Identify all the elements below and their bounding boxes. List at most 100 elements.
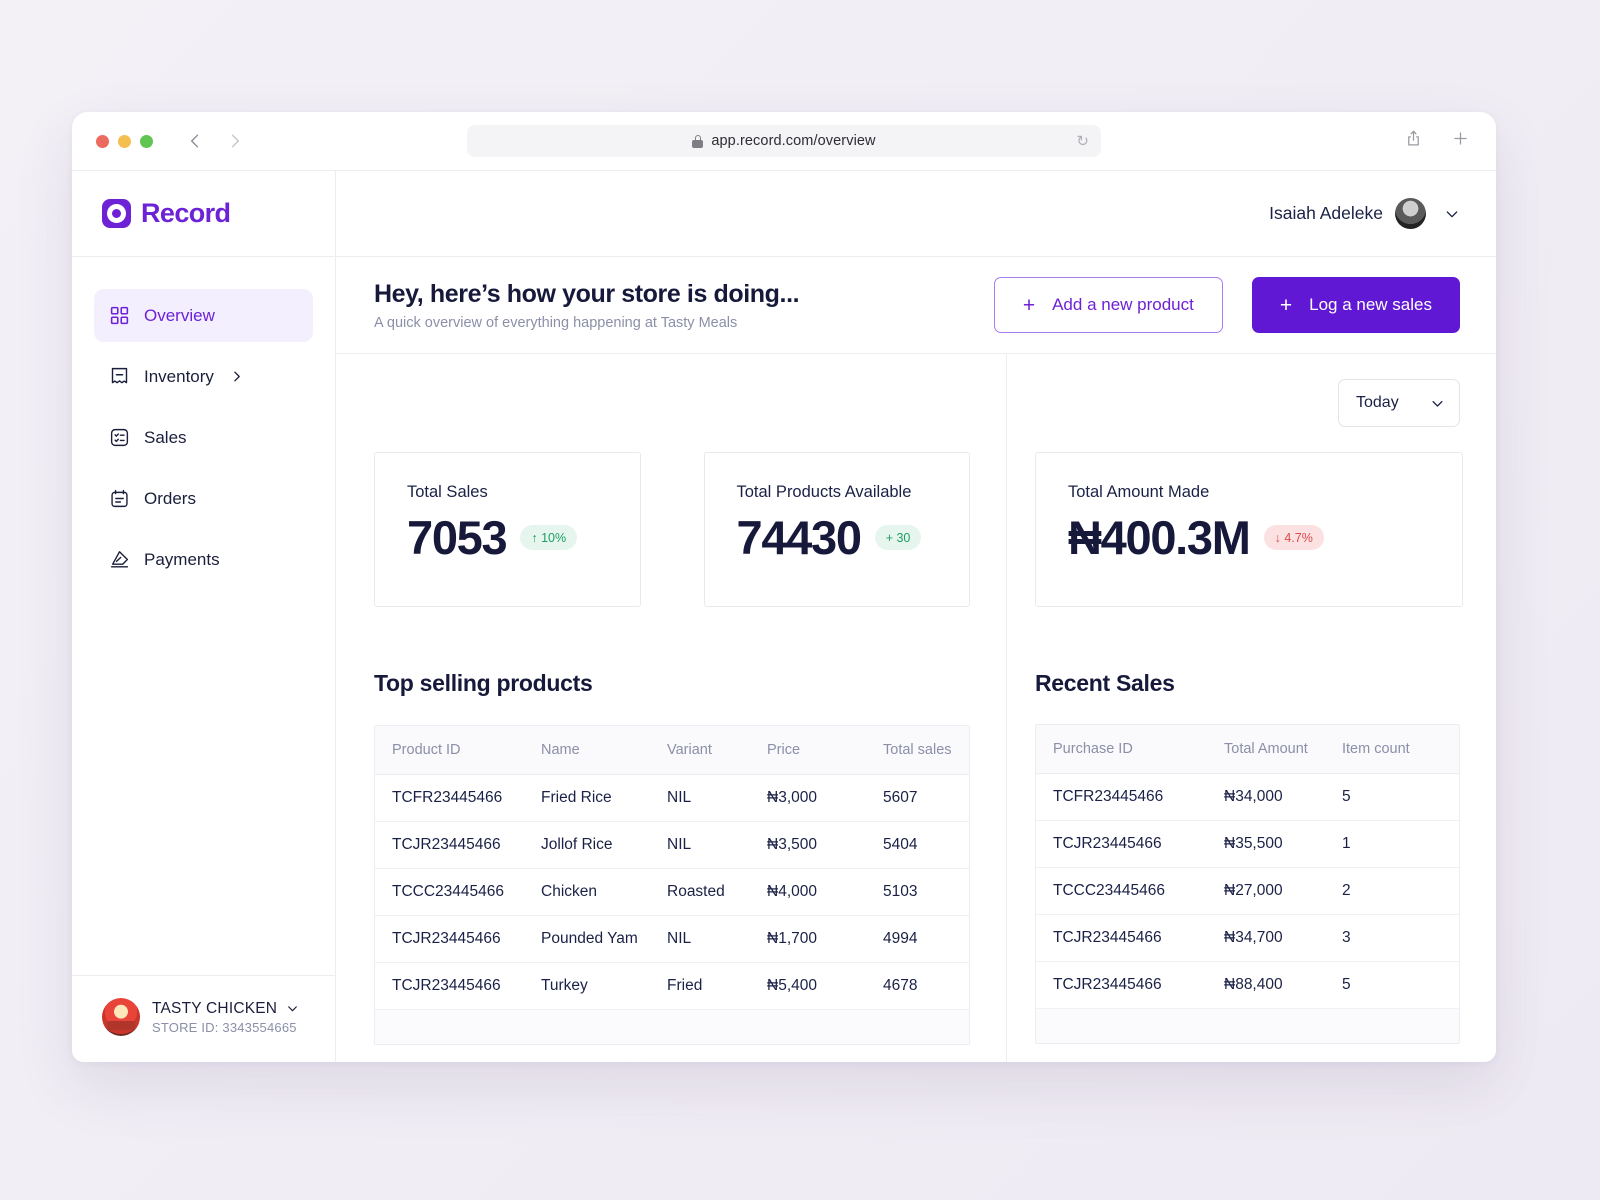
cell-name: Chicken <box>541 868 667 916</box>
cell-purchase-id: TCJR23445466 <box>1036 961 1224 1009</box>
grid-icon <box>108 305 130 327</box>
table-footer-cell <box>375 1009 969 1044</box>
store-switcher[interactable]: TASTY CHICKEN STORE ID: 3343554665 <box>72 975 335 1062</box>
filter-row: Today <box>1035 354 1460 452</box>
sidebar-item-label: Payments <box>144 549 220 569</box>
browser-chrome-bar: app.record.com/overview ↻ <box>72 112 1496 170</box>
plus-icon: + <box>1279 293 1293 317</box>
table-header-row: Purchase ID Total Amount Item count <box>1036 725 1459 774</box>
add-new-product-button[interactable]: + Add a new product <box>993 277 1223 333</box>
cell-product-id: TCJR23445466 <box>375 915 541 963</box>
sidebar-item-orders[interactable]: Orders <box>94 472 313 525</box>
sidebar-item-label: Overview <box>144 305 215 325</box>
reload-icon[interactable]: ↻ <box>1076 134 1089 149</box>
table-row[interactable]: TCCC23445466 ₦27,000 2 <box>1036 867 1459 915</box>
cell-variant: NIL <box>667 915 767 963</box>
url-text: app.record.com/overview <box>711 133 876 149</box>
avatar[interactable] <box>1395 198 1426 229</box>
column-header: Total sales <box>883 726 969 775</box>
recent-sales-title: Recent Sales <box>1035 670 1175 696</box>
cell-total-sales: 4994 <box>883 915 969 963</box>
sidebar-item-label: Sales <box>144 427 187 447</box>
user-name: Isaiah Adeleke <box>1269 203 1383 223</box>
brand-logo[interactable]: Record <box>72 171 335 257</box>
stat-value: 7053 <box>407 511 508 564</box>
column-header: Variant <box>667 726 767 775</box>
sidebar-item-payments[interactable]: Payments <box>94 533 313 586</box>
cell-item-count: 2 <box>1342 867 1459 915</box>
top-bar: Isaiah Adeleke <box>336 171 1496 257</box>
cell-product-id: TCFR23445466 <box>375 774 541 822</box>
sidebar-nav: Overview Inventory Sales Orders Payments <box>72 257 335 586</box>
column-header: Total Amount <box>1224 725 1342 774</box>
page-header: Hey, here’s how your store is doing... A… <box>336 257 1496 354</box>
sidebar-item-sales[interactable]: Sales <box>94 411 313 464</box>
table-footer-row <box>375 1009 969 1044</box>
cell-total-amount: ₦34,000 <box>1224 773 1342 821</box>
column-header: Price <box>767 726 883 775</box>
cell-variant: NIL <box>667 821 767 869</box>
cell-price: ₦3,500 <box>767 821 883 869</box>
table-row[interactable]: TCFR23445466 ₦34,000 5 <box>1036 773 1459 821</box>
dashboard-body: Total Sales 7053 ↑ 10% Total Products Av… <box>336 354 1496 1062</box>
stat-label: Total Products Available <box>736 483 912 501</box>
cell-variant: Roasted <box>667 868 767 916</box>
table-row[interactable]: TCCC23445466 Chicken Roasted ₦4,000 5103 <box>375 868 969 916</box>
cell-purchase-id: TCCC23445466 <box>1036 867 1224 915</box>
page-title: Hey, here’s how your store is doing... <box>374 279 800 308</box>
cell-price: ₦5,400 <box>767 962 883 1010</box>
stat-label: Total Amount Made <box>1068 483 1210 501</box>
column-header: Product ID <box>375 726 541 775</box>
lock-icon <box>692 134 704 148</box>
cell-total-amount: ₦88,400 <box>1224 961 1342 1009</box>
table-row[interactable]: TCJR23445466 Jollof Rice NIL ₦3,500 5404 <box>375 821 969 869</box>
new-tab-icon[interactable] <box>1451 129 1470 153</box>
sidebar-item-label: Inventory <box>144 366 214 386</box>
table-row[interactable]: TCJR23445466 Pounded Yam NIL ₦1,700 4994 <box>375 915 969 963</box>
table-row[interactable]: TCJR23445466 ₦88,400 5 <box>1036 961 1459 1009</box>
close-window-button[interactable] <box>96 134 109 148</box>
plus-icon: + <box>1022 293 1036 317</box>
top-products-table-wrap: Product ID Name Variant Price Total sale… <box>374 725 970 1045</box>
page-subtitle: A quick overview of everything happening… <box>374 314 738 331</box>
browser-nav-buttons <box>185 131 245 151</box>
sidebar-item-overview[interactable]: Overview <box>94 289 313 342</box>
cell-item-count: 5 <box>1342 961 1459 1009</box>
add-new-product-label: Add a new product <box>1052 295 1194 314</box>
status-badge: + 30 <box>874 525 922 551</box>
recent-sales-table: Purchase ID Total Amount Item count TCFR… <box>1036 725 1459 1043</box>
left-column: Total Sales 7053 ↑ 10% Total Products Av… <box>336 354 1007 1062</box>
chevron-down-icon[interactable] <box>1444 206 1460 222</box>
sidebar-item-label: Orders <box>144 488 196 508</box>
cell-item-count: 3 <box>1342 914 1459 962</box>
sidebar-item-inventory[interactable]: Inventory <box>94 350 313 403</box>
table-row[interactable]: TCFR23445466 Fried Rice NIL ₦3,000 5607 <box>375 774 969 822</box>
table-row[interactable]: TCJR23445466 ₦35,500 1 <box>1036 820 1459 868</box>
share-icon[interactable] <box>1404 129 1423 153</box>
column-header: Name <box>541 726 667 775</box>
back-icon[interactable] <box>185 131 205 151</box>
cell-price: ₦1,700 <box>767 915 883 963</box>
cell-total-sales: 5607 <box>883 774 969 822</box>
table-row[interactable]: TCJR23445466 Turkey Fried ₦5,400 4678 <box>375 962 969 1010</box>
log-new-sales-button[interactable]: + Log a new sales <box>1251 277 1460 333</box>
cell-name: Turkey <box>541 962 667 1010</box>
cell-product-id: TCJR23445466 <box>375 962 541 1010</box>
forward-icon[interactable] <box>225 131 245 151</box>
chevron-down-icon <box>1432 400 1443 407</box>
date-range-select[interactable]: Today <box>1338 379 1460 427</box>
chevron-right-icon <box>230 370 243 383</box>
record-logo-icon <box>102 199 131 228</box>
cell-name: Fried Rice <box>541 774 667 822</box>
minimize-window-button[interactable] <box>118 134 131 148</box>
store-name: TASTY CHICKEN <box>152 999 278 1017</box>
cell-total-amount: ₦34,700 <box>1224 914 1342 962</box>
stat-card-total-sales: Total Sales 7053 ↑ 10% <box>374 452 641 607</box>
maximize-window-button[interactable] <box>140 134 153 148</box>
stat-card-total-amount: Total Amount Made ₦400.3M ↓ 4.7% <box>1035 452 1463 607</box>
cell-name: Jollof Rice <box>541 821 667 869</box>
orders-icon <box>108 488 130 510</box>
table-row[interactable]: TCJR23445466 ₦34,700 3 <box>1036 914 1459 962</box>
address-bar[interactable]: app.record.com/overview ↻ <box>467 125 1101 157</box>
top-products-table: Product ID Name Variant Price Total sale… <box>375 726 969 1044</box>
